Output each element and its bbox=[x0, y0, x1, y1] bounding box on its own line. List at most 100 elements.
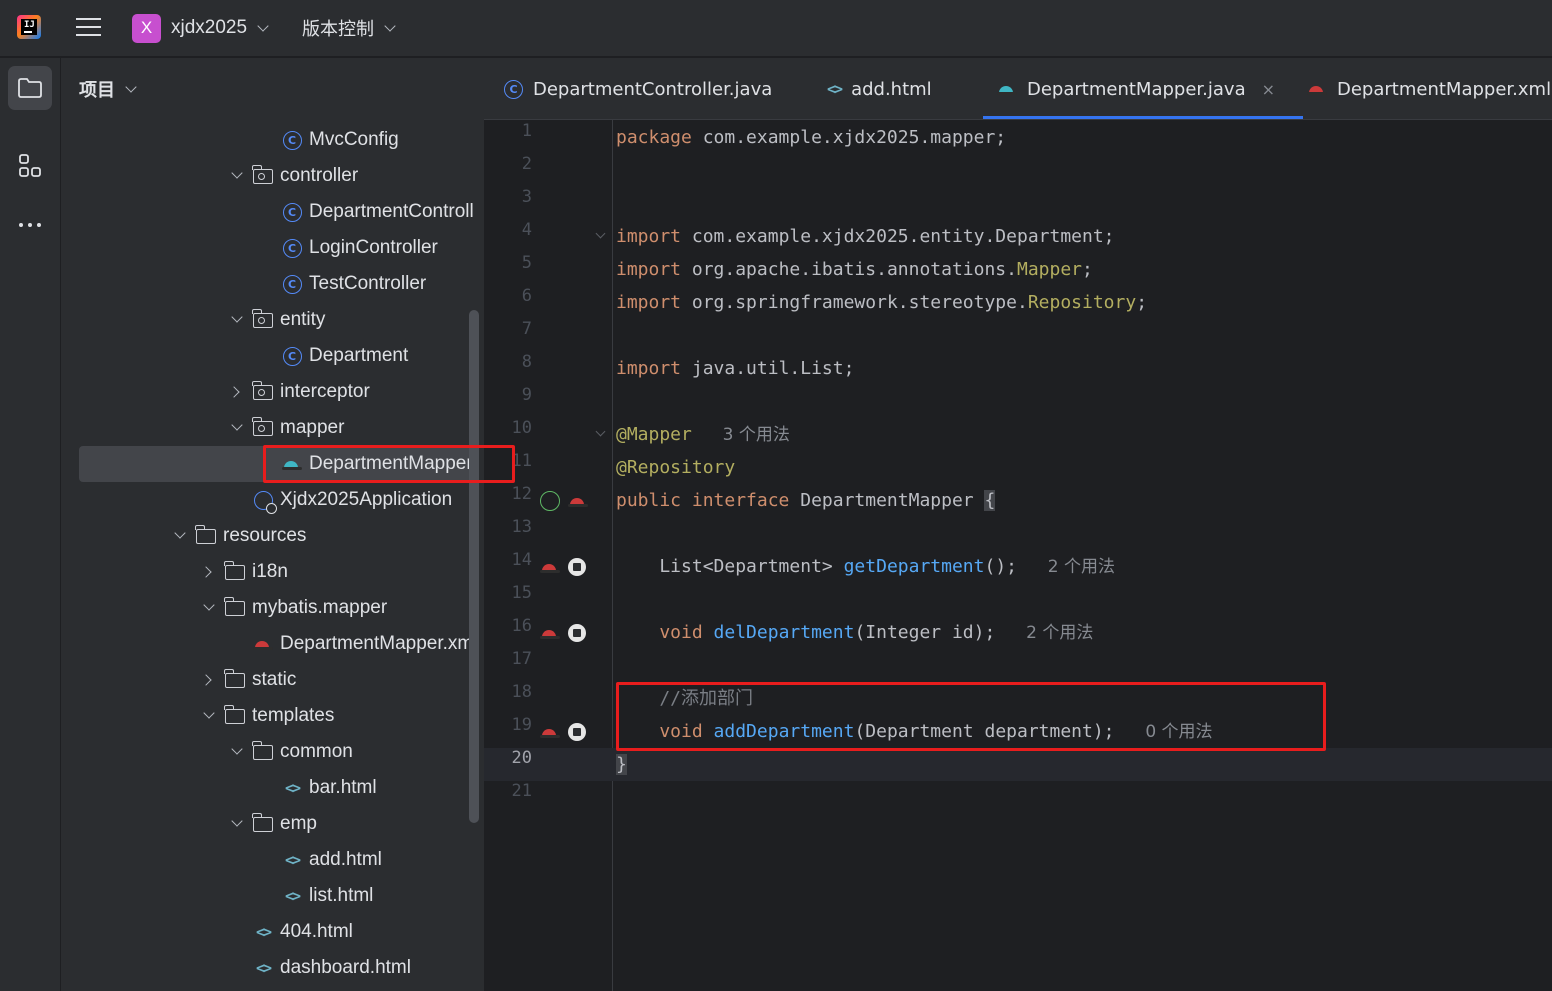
tree-item[interactable]: resources bbox=[61, 518, 484, 554]
spring-bean-icon[interactable] bbox=[540, 491, 560, 511]
structure-icon[interactable] bbox=[8, 144, 52, 188]
fold-icon[interactable] bbox=[595, 426, 606, 437]
project-switcher[interactable]: X xjdx2025 bbox=[132, 12, 269, 44]
code-line[interactable]: 12 public interface DepartmentMapper { bbox=[484, 484, 1552, 517]
implemented-icon[interactable] bbox=[568, 557, 588, 577]
more-icon[interactable] bbox=[8, 203, 52, 247]
code-line[interactable]: 1 package com.example.xjdx2025.mapper; bbox=[484, 121, 1552, 154]
tree-item[interactable]: templates bbox=[61, 698, 484, 734]
tree-item[interactable]: emp bbox=[61, 806, 484, 842]
usages-hint[interactable]: 2 个用法 bbox=[1015, 623, 1093, 643]
chevron-right-icon[interactable] bbox=[204, 567, 214, 577]
tree-item[interactable]: <> dashboard.html bbox=[61, 950, 484, 986]
tree-item[interactable]: interceptor bbox=[61, 374, 484, 410]
implemented-icon[interactable] bbox=[568, 623, 588, 643]
tree-item[interactable]: DepartmentMapper.xm bbox=[61, 626, 484, 662]
tree-item[interactable]: <> 404.html bbox=[61, 914, 484, 950]
code-line[interactable]: 21 bbox=[484, 781, 1552, 814]
tree-item[interactable]: DepartmentMapper bbox=[61, 446, 484, 482]
class-icon: C bbox=[281, 129, 303, 151]
tree-item[interactable]: C MvcConfig bbox=[61, 122, 484, 158]
tab-3[interactable]: DepartmentMapper.java × bbox=[983, 58, 1303, 119]
code-line[interactable]: 11 @Repository bbox=[484, 451, 1552, 484]
tree-item[interactable]: common bbox=[61, 734, 484, 770]
chevron-right-icon[interactable] bbox=[204, 675, 214, 685]
tab-1[interactable]: C DepartmentController.java bbox=[504, 58, 773, 119]
tree-item[interactable]: C LoginController bbox=[61, 230, 484, 266]
code-token: Repository bbox=[1027, 292, 1137, 313]
code-line[interactable]: 3 bbox=[484, 187, 1552, 220]
code-text: List<Department> getDepartment(); 2 个用法 bbox=[616, 550, 1115, 583]
code-line[interactable]: 4 import com.example.xjdx2025.entity.Depa… bbox=[484, 220, 1552, 253]
tab-label: DepartmentController.java bbox=[533, 78, 773, 100]
project-view-selector[interactable]: 项目 bbox=[79, 76, 137, 102]
fold-icon[interactable] bbox=[595, 228, 606, 239]
usages-hint[interactable]: 0 个用法 bbox=[1135, 722, 1212, 742]
mybatis-icon[interactable] bbox=[540, 722, 560, 742]
code-area[interactable]: 1 package com.example.xjdx2025.mapper; 2 3 4… bbox=[484, 120, 1552, 991]
tree-item[interactable]: static bbox=[61, 662, 484, 698]
chevron-down-icon[interactable] bbox=[232, 423, 242, 433]
chevron-down-icon[interactable] bbox=[175, 531, 185, 541]
usages-hint[interactable]: 2 个用法 bbox=[1037, 557, 1115, 577]
vcs-menu[interactable]: 版本控制 bbox=[302, 12, 396, 44]
tree-item[interactable]: C TestController bbox=[61, 266, 484, 302]
tree-item[interactable]: <> bar.html bbox=[61, 770, 484, 806]
tree-item[interactable]: mapper bbox=[61, 410, 484, 446]
tree-item[interactable]: entity bbox=[61, 302, 484, 338]
tab-label: DepartmentMapper.java bbox=[1027, 78, 1246, 100]
tree-item[interactable]: controller bbox=[61, 158, 484, 194]
code-line[interactable]: 15 bbox=[484, 583, 1552, 616]
tree-item[interactable]: mybatis.mapper bbox=[61, 590, 484, 626]
tree-item[interactable]: <> list.html bbox=[61, 878, 484, 914]
tree-item[interactable]: C DepartmentControll bbox=[61, 194, 484, 230]
code-line[interactable]: 7 bbox=[484, 319, 1552, 352]
code-token: void bbox=[616, 721, 703, 742]
close-icon[interactable]: × bbox=[1262, 80, 1275, 99]
code-token: package bbox=[616, 127, 692, 148]
code-line[interactable]: 8 import java.util.List; bbox=[484, 352, 1552, 385]
code-line[interactable]: 5 import org.apache.ibatis.annotations.Ma… bbox=[484, 253, 1552, 286]
tree-item[interactable]: i18n bbox=[61, 554, 484, 590]
code-line[interactable]: 16 void delDepartment(Integer id); 2 个用法 bbox=[484, 616, 1552, 649]
tree-item[interactable]: Xjdx2025Application bbox=[61, 482, 484, 518]
line-number: 6 bbox=[521, 286, 532, 306]
mybatis-icon[interactable] bbox=[540, 557, 560, 577]
scrollbar[interactable] bbox=[469, 310, 479, 823]
class-icon: C bbox=[504, 79, 523, 99]
code-line[interactable]: 6 import org.springframework.stereotype.R… bbox=[484, 286, 1552, 319]
code-line[interactable]: 17 bbox=[484, 649, 1552, 682]
code-line[interactable]: 14 List<Department> getDepartment(); 2 个… bbox=[484, 550, 1552, 583]
chevron-down-icon[interactable] bbox=[232, 171, 242, 181]
tab-4[interactable]: DepartmentMapper.xml bbox=[1307, 58, 1551, 119]
chevron-down-icon[interactable] bbox=[204, 603, 214, 613]
tab-2[interactable]: <> add.html bbox=[827, 58, 932, 119]
mybatis-icon[interactable] bbox=[568, 491, 588, 511]
code-token: Mapper bbox=[1016, 259, 1083, 280]
tree-item[interactable]: C Department bbox=[61, 338, 484, 374]
code-line[interactable]: 10 @Mapper 3 个用法 bbox=[484, 418, 1552, 451]
code-token: org.apache.ibatis.annotations. bbox=[691, 259, 1017, 280]
code-line[interactable]: 20} bbox=[484, 748, 1552, 781]
chevron-down-icon[interactable] bbox=[232, 315, 242, 325]
tree-item-label: i18n bbox=[252, 561, 288, 582]
implemented-icon[interactable] bbox=[568, 722, 588, 742]
code-line[interactable]: 13 bbox=[484, 517, 1552, 550]
tree-item[interactable]: <> add.html bbox=[61, 842, 484, 878]
code-text: import com.example.xjdx2025.entity.Depar… bbox=[616, 220, 1115, 253]
usages-hint[interactable]: 3 个用法 bbox=[712, 425, 790, 445]
chevron-down-icon[interactable] bbox=[232, 747, 242, 757]
code-line[interactable]: 9 bbox=[484, 385, 1552, 418]
code-line[interactable]: 19 void addDepartment(Department departm… bbox=[484, 715, 1552, 748]
folder-icon[interactable] bbox=[8, 66, 52, 110]
mybatis-icon[interactable] bbox=[540, 623, 560, 643]
code-token: getDepartment bbox=[843, 556, 985, 577]
chevron-down-icon[interactable] bbox=[204, 711, 214, 721]
main-menu-icon[interactable] bbox=[76, 16, 102, 38]
code-line[interactable]: 2 bbox=[484, 154, 1552, 187]
intellij-logo-icon[interactable]: IJ bbox=[17, 15, 41, 39]
chevron-down-icon[interactable] bbox=[232, 819, 242, 829]
code-line[interactable]: 18 //添加部门 bbox=[484, 682, 1552, 715]
chevron-down-icon bbox=[125, 80, 137, 93]
chevron-right-icon[interactable] bbox=[232, 387, 242, 397]
